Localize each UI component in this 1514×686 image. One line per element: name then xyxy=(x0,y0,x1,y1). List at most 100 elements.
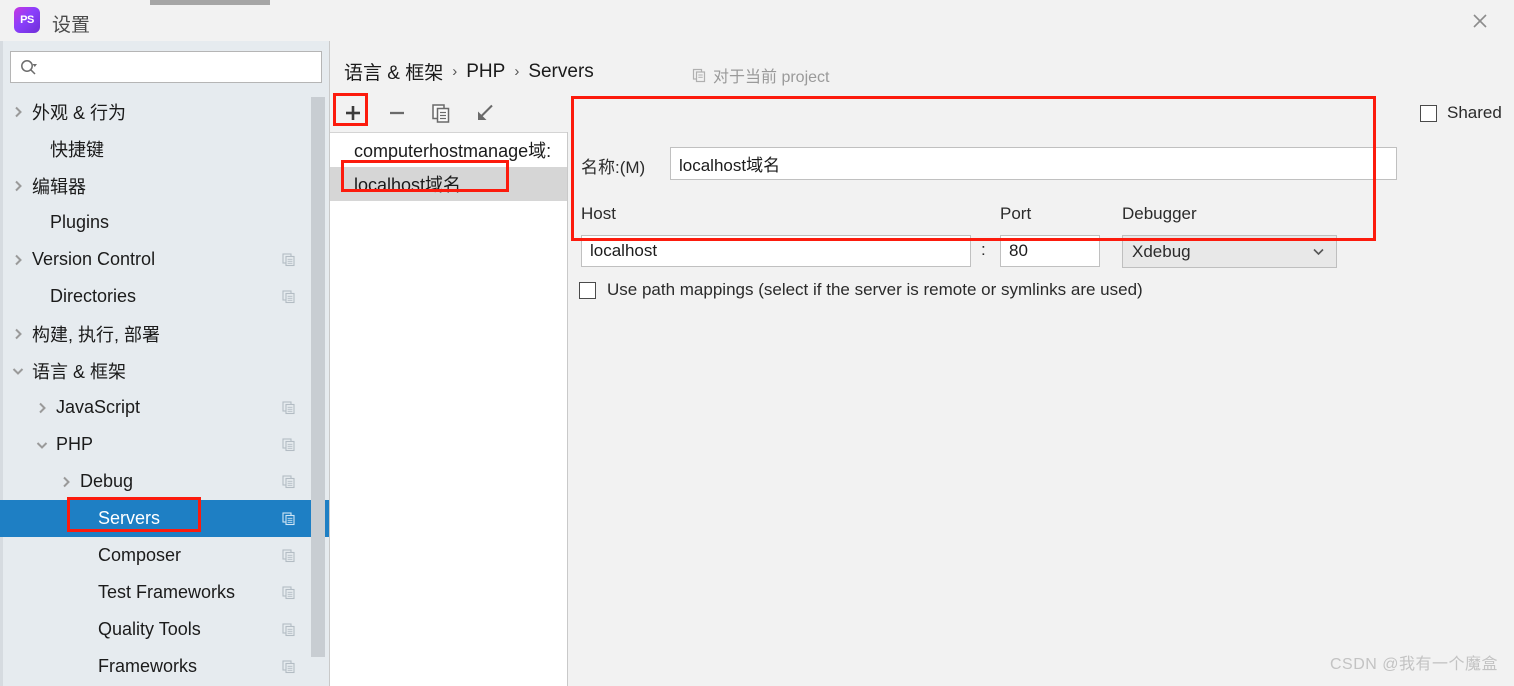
settings-main-panel: 语言 & 框架 › PHP › Servers 对于当前 project com… xyxy=(330,41,1514,686)
sidebar-item-version-control[interactable]: Version Control xyxy=(0,241,330,278)
search-input[interactable] xyxy=(38,53,321,81)
close-icon[interactable] xyxy=(1460,6,1500,36)
copy-scope-icon xyxy=(282,548,296,563)
sidebar-item-label: 外观 & 行为 xyxy=(32,102,127,123)
sidebar-item-plugins[interactable]: Plugins xyxy=(0,204,330,241)
breadcrumb-item: 语言 & 框架 xyxy=(344,63,444,84)
server-host-input[interactable] xyxy=(581,235,971,267)
shared-checkbox-box[interactable] xyxy=(1420,104,1437,122)
shared-checkbox-label: Shared xyxy=(1447,103,1502,122)
breadcrumb-separator: › xyxy=(514,63,520,80)
sidebar-item-label: Plugins xyxy=(50,212,110,232)
sidebar-item-[interactable]: 快捷键 xyxy=(0,130,330,167)
server-list-item-label: computerhostmanage域: xyxy=(354,141,552,161)
project-scope-label: 对于当前 project xyxy=(713,69,830,86)
project-scope-indicator: 对于当前 project xyxy=(692,63,829,87)
chevron-right-icon[interactable] xyxy=(10,178,26,194)
use-path-mappings-checkbox[interactable]: Use path mappings (select if the server … xyxy=(579,280,1143,300)
search-icon xyxy=(19,58,38,77)
copy-scope-icon xyxy=(282,437,296,452)
copy-scope-icon xyxy=(282,585,296,600)
add-server-button[interactable] xyxy=(340,100,366,126)
phpstorm-logo-icon: PS xyxy=(14,7,40,33)
sidebar-item-label: 快捷键 xyxy=(50,139,104,160)
copy-scope-icon xyxy=(282,252,296,267)
sidebar-item-composer[interactable]: Composer xyxy=(0,537,330,574)
breadcrumb-item: PHP xyxy=(466,60,506,82)
breadcrumb-separator: › xyxy=(452,63,458,80)
sidebar-item-frameworks[interactable]: Frameworks xyxy=(0,648,330,685)
sidebar-item-test-frameworks[interactable]: Test Frameworks xyxy=(0,574,330,611)
copy-server-button[interactable] xyxy=(428,100,454,126)
sidebar-scrollbar-thumb[interactable] xyxy=(311,97,325,657)
sidebar-item-servers[interactable]: Servers xyxy=(0,500,330,537)
sidebar-item-debug[interactable]: Debug xyxy=(0,463,330,500)
chevron-right-icon[interactable] xyxy=(58,474,74,490)
name-label: 名称:(M) xyxy=(581,158,646,177)
sidebar-item-label: PHP xyxy=(56,434,94,454)
sidebar-item-directories[interactable]: Directories xyxy=(0,278,330,315)
sidebar-item-label: JavaScript xyxy=(56,397,141,417)
server-list-item-label: localhost域名 xyxy=(354,175,462,195)
window-drag-strip xyxy=(150,0,270,5)
settings-sidebar: 外观 & 行为 快捷键编辑器 Plugins Version Control Direc… xyxy=(0,41,330,686)
sidebar-item-label: Debug xyxy=(80,471,134,491)
server-name-input[interactable] xyxy=(670,147,1397,180)
remove-server-button[interactable] xyxy=(384,100,410,126)
host-port-separator: : xyxy=(981,240,986,259)
chevron-right-icon[interactable] xyxy=(10,252,26,268)
window-title-bar: PS 设置 xyxy=(0,0,1514,41)
sidebar-item-label: 编辑器 xyxy=(32,176,86,197)
chevron-right-icon[interactable] xyxy=(10,326,26,342)
chevron-down-icon[interactable] xyxy=(10,363,26,379)
debugger-label: Debugger xyxy=(1122,204,1197,223)
chevron-right-icon[interactable] xyxy=(10,104,26,120)
use-path-mappings-checkbox-box[interactable] xyxy=(579,281,596,299)
copy-scope-icon xyxy=(282,400,296,415)
sidebar-item-javascript[interactable]: JavaScript xyxy=(0,389,330,426)
host-label: Host xyxy=(581,204,616,223)
sidebar-item-label: 语言 & 框架 xyxy=(32,361,127,382)
sidebar-item-[interactable]: 语言 & 框架 xyxy=(0,352,330,389)
servers-list-divider xyxy=(567,132,568,686)
breadcrumb: 语言 & 框架 › PHP › Servers xyxy=(344,58,594,85)
sidebar-item-[interactable]: 编辑器 xyxy=(0,167,330,204)
sidebar-item-quality-tools[interactable]: Quality Tools xyxy=(0,611,330,648)
debugger-selected-value: Xdebug xyxy=(1132,241,1191,261)
chevron-down-icon[interactable] xyxy=(34,437,50,453)
shared-checkbox[interactable]: Shared xyxy=(1420,103,1502,123)
breadcrumb-item: Servers xyxy=(528,60,594,82)
sidebar-item-php[interactable]: PHP xyxy=(0,426,330,463)
copy-scope-icon xyxy=(282,289,296,304)
chevron-down-icon xyxy=(1311,244,1336,259)
sidebar-item-label: Frameworks xyxy=(98,656,198,676)
import-server-button[interactable] xyxy=(472,100,498,126)
search-box[interactable] xyxy=(10,51,322,83)
copy-scope-icon xyxy=(282,474,296,489)
sidebar-item-[interactable]: 构建, 执行, 部署 xyxy=(0,315,330,352)
server-list-item[interactable]: localhost域名 xyxy=(330,167,567,201)
copy-scope-icon xyxy=(692,68,707,83)
debugger-select[interactable]: Xdebug xyxy=(1122,235,1337,268)
copy-scope-icon xyxy=(282,511,296,526)
sidebar-item-[interactable]: 外观 & 行为 xyxy=(0,93,330,130)
sidebar-item-label: Quality Tools xyxy=(98,619,201,639)
servers-list: computerhostmanage域: localhost域名 xyxy=(330,132,567,686)
sidebar-item-label: Directories xyxy=(50,286,137,306)
copy-scope-icon xyxy=(282,659,296,674)
server-list-item[interactable]: computerhostmanage域: xyxy=(330,133,567,167)
servers-toolbar xyxy=(340,94,565,132)
chevron-right-icon[interactable] xyxy=(34,400,50,416)
server-port-input[interactable] xyxy=(1000,235,1100,267)
settings-tree: 外观 & 行为 快捷键编辑器 Plugins Version Control Direc… xyxy=(0,93,330,686)
sidebar-item-label: 构建, 执行, 部署 xyxy=(32,324,161,345)
watermark: CSDN @我有一个魔盒 xyxy=(1329,656,1498,673)
copy-scope-icon xyxy=(282,622,296,637)
